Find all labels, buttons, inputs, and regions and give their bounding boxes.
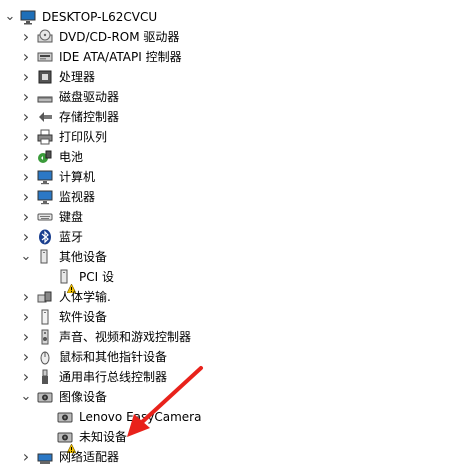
- tree-item-category[interactable]: › 监视器: [0, 187, 468, 207]
- tree-item-category[interactable]: › 键盘: [0, 207, 468, 227]
- expand-chevron-icon[interactable]: ›: [20, 227, 32, 247]
- tree-item-label: 未知设备: [79, 430, 128, 444]
- tree-item-label: 监视器: [59, 190, 96, 204]
- expand-chevron-icon[interactable]: ›: [20, 327, 32, 347]
- expand-chevron-icon[interactable]: ›: [20, 167, 32, 187]
- usb-icon: [37, 369, 53, 385]
- tree-item-label: 键盘: [59, 210, 84, 224]
- tree-item-category[interactable]: › 存储控制器: [0, 107, 468, 127]
- device-tree[interactable]: ⌄ DESKTOP-L62CVCU › DVD/CD-ROM 驱动器 › IDE ATA/…: [0, 0, 468, 466]
- unknown-device-icon: [37, 249, 53, 265]
- tree-item-category[interactable]: › 打印队列: [0, 127, 468, 147]
- computer-icon: [20, 9, 36, 25]
- tree-item-label: 声音、视频和游戏控制器: [59, 330, 192, 344]
- unknown-device-warning-icon: [57, 269, 77, 294]
- tree-item-category[interactable]: › 鼠标和其他指针设备: [0, 347, 468, 367]
- software-device-icon: [37, 309, 53, 325]
- tree-item-category[interactable]: › 软件设备: [0, 307, 468, 327]
- expand-chevron-icon[interactable]: ›: [20, 207, 32, 227]
- bluetooth-icon: [37, 229, 53, 245]
- collapse-chevron-icon[interactable]: ⌄: [20, 247, 32, 267]
- monitor-icon: [37, 169, 53, 185]
- hid-icon: [37, 289, 53, 305]
- tree-item-label: 鼠标和其他指针设备: [59, 350, 168, 364]
- mouse-icon: [37, 349, 53, 365]
- tree-item-label: 磁盘驱动器: [59, 90, 120, 104]
- tree-item-category[interactable]: › 电池: [0, 147, 468, 167]
- tree-item-label: 图像设备: [59, 390, 108, 404]
- expand-chevron-icon[interactable]: ›: [20, 127, 32, 147]
- expand-chevron-icon[interactable]: ›: [20, 367, 32, 387]
- expand-chevron-icon[interactable]: ›: [20, 447, 32, 467]
- storage-controller-icon: [37, 109, 53, 125]
- expand-chevron-icon[interactable]: ›: [20, 147, 32, 167]
- network-adapter-icon: [37, 449, 53, 465]
- expand-chevron-icon[interactable]: ›: [20, 87, 32, 107]
- tree-item-device[interactable]: 未知设备: [0, 427, 468, 454]
- tree-item-label: 存储控制器: [59, 110, 120, 124]
- processor-icon: [37, 69, 53, 85]
- tree-item-label: 人体学输.: [59, 290, 111, 304]
- tree-item-category[interactable]: ⌄ 其他设备: [0, 247, 468, 267]
- tree-item-category[interactable]: › 处理器: [0, 67, 468, 87]
- tree-item-label: 电池: [59, 150, 84, 164]
- camera-icon: [37, 389, 53, 405]
- tree-item-label: 处理器: [59, 70, 96, 84]
- ide-controller-icon: [37, 49, 53, 65]
- tree-item-category[interactable]: › 人体学输.: [0, 287, 468, 307]
- tree-item-device[interactable]: PCI 设: [0, 267, 468, 294]
- collapse-chevron-icon[interactable]: ⌄: [4, 7, 16, 27]
- tree-item-category[interactable]: › 计算机: [0, 167, 468, 187]
- tree-item-label: 通用串行总线控制器: [59, 370, 168, 384]
- expand-chevron-icon[interactable]: ›: [20, 107, 32, 127]
- tree-item-label: 软件设备: [59, 310, 108, 324]
- tree-item-label: Lenovo EasyCamera: [79, 410, 202, 424]
- keyboard-icon: [37, 209, 53, 225]
- speaker-icon: [37, 329, 53, 345]
- tree-item-label: 其他设备: [59, 250, 108, 264]
- tree-item-label: 蓝牙: [59, 230, 84, 244]
- tree-item-category[interactable]: ⌄ 图像设备: [0, 387, 468, 407]
- expand-chevron-icon[interactable]: ›: [20, 27, 32, 47]
- tree-item-category[interactable]: › 声音、视频和游戏控制器: [0, 327, 468, 347]
- tree-root-computer[interactable]: ⌄ DESKTOP-L62CVCU: [0, 7, 468, 27]
- tree-item-category[interactable]: › IDE ATA/ATAPI 控制器: [0, 47, 468, 67]
- printer-icon: [37, 129, 53, 145]
- tree-item-label: 打印队列: [59, 130, 108, 144]
- tree-item-label: 计算机: [59, 170, 96, 184]
- dvd-drive-icon: [37, 29, 53, 45]
- tree-item-category[interactable]: › 蓝牙: [0, 227, 468, 247]
- expand-chevron-icon[interactable]: ›: [20, 67, 32, 87]
- camera-icon: [57, 409, 73, 425]
- expand-chevron-icon[interactable]: ›: [20, 347, 32, 367]
- battery-icon: [37, 149, 53, 165]
- tree-item-category[interactable]: › 通用串行总线控制器: [0, 367, 468, 387]
- tree-item-label: IDE ATA/ATAPI 控制器: [59, 50, 182, 64]
- expand-chevron-icon[interactable]: ›: [20, 187, 32, 207]
- tree-item-category[interactable]: › 网络适配器: [0, 447, 468, 467]
- expand-chevron-icon[interactable]: ›: [20, 307, 32, 327]
- tree-item-category[interactable]: › DVD/CD-ROM 驱动器: [0, 27, 468, 47]
- tree-item-label: DVD/CD-ROM 驱动器: [59, 30, 180, 44]
- camera-warning-icon: [57, 429, 77, 454]
- tree-item-label: DESKTOP-L62CVCU: [42, 10, 158, 24]
- tree-item-category[interactable]: › 磁盘驱动器: [0, 87, 468, 107]
- collapse-chevron-icon[interactable]: ⌄: [20, 387, 32, 407]
- tree-item-device[interactable]: Lenovo EasyCamera: [0, 407, 468, 427]
- expand-chevron-icon[interactable]: ›: [20, 47, 32, 67]
- expand-chevron-icon[interactable]: ›: [20, 287, 32, 307]
- tree-item-label: PCI 设: [79, 270, 114, 284]
- disk-drive-icon: [37, 89, 53, 105]
- tree-item-label: 网络适配器: [59, 450, 120, 464]
- monitor-icon: [37, 189, 53, 205]
